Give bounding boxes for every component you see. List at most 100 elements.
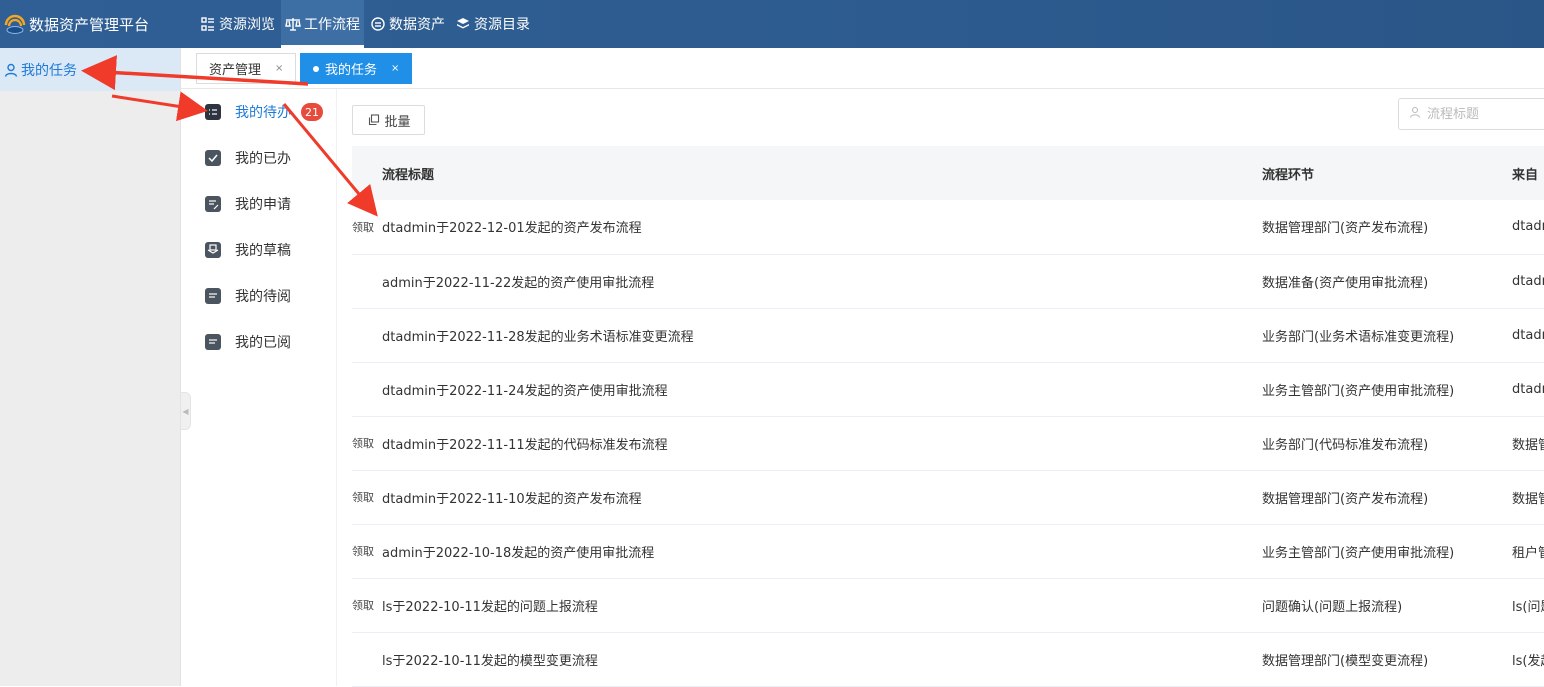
row-node: 数据准备(资产使用审批流程) xyxy=(1262,254,1512,309)
submenu-item-unread[interactable]: 我的待阅 xyxy=(181,273,336,319)
batch-button[interactable]: 批量 xyxy=(352,105,425,135)
close-icon[interactable]: × xyxy=(391,63,399,74)
unread-icon xyxy=(205,288,221,304)
table-row[interactable]: 领取 ls于2022-10-11发起的问题上报流程 问题确认(问题上报流程) ls(问… xyxy=(352,578,1544,633)
row-title[interactable]: dtadmin于2022-11-24发起的资产使用审批流程 xyxy=(382,362,1262,417)
header-node[interactable]: 流程环节 xyxy=(1262,146,1512,200)
grid-list-icon xyxy=(200,16,216,32)
table-row[interactable]: 领取 admin于2022-10-18发起的资产使用审批流程 业务主管部门(资产使用… xyxy=(352,524,1544,579)
row-from: dtadm xyxy=(1512,254,1544,309)
table-row[interactable]: 领取 dtadmin于2022-12-01发起的资产发布流程 数据管理部门(资产发布… xyxy=(352,200,1544,255)
apply-icon xyxy=(205,196,221,212)
nav-label: 资源浏览 xyxy=(219,17,275,33)
row-from: ls(发起 xyxy=(1512,632,1544,687)
header-claim xyxy=(352,146,382,200)
claim-link xyxy=(352,308,382,363)
row-node: 问题确认(问题上报流程) xyxy=(1262,578,1512,633)
submenu-item-label: 我的已阅 xyxy=(235,335,291,351)
row-from: dtadm xyxy=(1512,308,1544,363)
claim-link xyxy=(352,632,382,687)
row-node: 业务部门(代码标准发布流程) xyxy=(1262,416,1512,471)
claim-link[interactable]: 领取 xyxy=(352,416,382,471)
active-dot-icon xyxy=(313,65,319,72)
row-from: ls(问题 xyxy=(1512,578,1544,633)
layers-icon xyxy=(455,16,471,32)
row-title[interactable]: dtadmin于2022-11-10发起的资产发布流程 xyxy=(382,470,1262,525)
row-node: 业务主管部门(资产使用审批流程) xyxy=(1262,524,1512,579)
nav-item-workflow[interactable]: 工作流程 xyxy=(281,0,364,48)
submenu-item-done[interactable]: 我的已办 xyxy=(181,135,336,181)
row-title[interactable]: dtadmin于2022-12-01发起的资产发布流程 xyxy=(382,200,1262,255)
sidebar: 我的任务 xyxy=(0,48,181,686)
todo-count-badge: 21 xyxy=(301,103,323,121)
header-title[interactable]: 流程标题 xyxy=(382,146,1262,200)
header-from[interactable]: 来自 xyxy=(1512,146,1544,200)
claim-link[interactable]: 领取 xyxy=(352,200,382,255)
sidebar-item-my-tasks[interactable]: 我的任务 xyxy=(0,48,180,91)
workflow-icon xyxy=(285,16,301,32)
close-icon[interactable]: × xyxy=(275,63,283,74)
row-node: 业务部门(业务术语标准变更流程) xyxy=(1262,308,1512,363)
nav-item-resource-browse[interactable]: 资源浏览 xyxy=(196,0,279,48)
row-from: 数据管 xyxy=(1512,470,1544,525)
table-row[interactable]: 领取 dtadmin于2022-11-10发起的资产发布流程 数据管理部门(资产发布… xyxy=(352,470,1544,525)
submenu-item-label: 我的已办 xyxy=(235,151,291,167)
row-title[interactable]: dtadmin于2022-11-11发起的代码标准发布流程 xyxy=(382,416,1262,471)
tab-bar: 资产管理 × 我的任务 × xyxy=(181,48,1544,89)
submenu-item-read[interactable]: 我的已阅 xyxy=(181,319,336,365)
batch-label: 批量 xyxy=(384,114,411,130)
sidebar-item-label: 我的任务 xyxy=(21,62,77,79)
todo-icon xyxy=(205,104,221,120)
draft-icon xyxy=(205,242,221,258)
nav-label: 资源目录 xyxy=(474,17,530,33)
row-title[interactable]: ls于2022-10-11发起的问题上报流程 xyxy=(382,578,1262,633)
tab-my-tasks[interactable]: 我的任务 × xyxy=(300,53,413,84)
search-box xyxy=(1398,98,1544,130)
tab-label: 资产管理 xyxy=(209,63,262,78)
claim-link[interactable]: 领取 xyxy=(352,470,382,525)
row-from: 数据管 xyxy=(1512,416,1544,471)
top-bar: 数据资产管理平台 资源浏览 工作流程 数据资产 资源目录 xyxy=(0,0,1544,48)
done-icon xyxy=(205,150,221,166)
table-row[interactable]: 领取 dtadmin于2022-11-11发起的代码标准发布流程 业务部门(代码标准… xyxy=(352,416,1544,471)
row-title[interactable]: admin于2022-11-22发起的资产使用审批流程 xyxy=(382,254,1262,309)
row-node: 数据管理部门(资产发布流程) xyxy=(1262,470,1512,525)
row-title[interactable]: ls于2022-10-11发起的模型变更流程 xyxy=(382,632,1262,687)
tab-label: 我的任务 xyxy=(325,63,378,78)
submenu-item-label: 我的草稿 xyxy=(235,243,291,259)
submenu-item-label: 我的待阅 xyxy=(235,289,291,305)
row-node: 数据管理部门(模型变更流程) xyxy=(1262,632,1512,687)
claim-link[interactable]: 领取 xyxy=(352,524,382,579)
user-icon xyxy=(3,62,19,78)
table-row[interactable]: admin于2022-11-22发起的资产使用审批流程 数据准备(资产使用审批流程… xyxy=(352,254,1544,309)
main-content: 批量 流程标题 流程环节 来自 领取dtadmin于2022-12-01发起的资… xyxy=(336,89,1544,687)
copy-icon xyxy=(366,112,382,128)
table-row[interactable]: dtadmin于2022-11-24发起的资产使用审批流程 业务主管部门(资产使用… xyxy=(352,362,1544,417)
table-header-row: 流程标题 流程环节 来自 xyxy=(352,146,1544,200)
submenu-item-draft[interactable]: 我的草稿 xyxy=(181,227,336,273)
task-table: 流程标题 流程环节 来自 领取 dtadmin于2022-12-01发起的资产发布… xyxy=(352,146,1544,687)
row-title[interactable]: admin于2022-10-18发起的资产使用审批流程 xyxy=(382,524,1262,579)
collapse-handle[interactable]: ◀ xyxy=(181,392,191,430)
tab-asset-management[interactable]: 资产管理 × xyxy=(196,53,297,84)
claim-link xyxy=(352,254,382,309)
claim-link[interactable]: 领取 xyxy=(352,578,382,633)
nav-item-resource-catalog[interactable]: 资源目录 xyxy=(451,0,534,48)
brand[interactable]: 数据资产管理平台 xyxy=(4,0,149,48)
table-row[interactable]: dtadmin于2022-11-28发起的业务术语标准变更流程 业务部门(业务术语… xyxy=(352,308,1544,363)
task-submenu: 我的待办 21 我的已办 我的申请 我的草稿 我的待阅 我的已阅 xyxy=(181,89,336,364)
top-nav: 资源浏览 工作流程 数据资产 资源目录 xyxy=(196,0,536,48)
search-input[interactable] xyxy=(1427,106,1544,122)
read-icon xyxy=(205,334,221,350)
nav-label: 数据资产 xyxy=(389,17,445,33)
table-row[interactable]: ls于2022-10-11发起的模型变更流程 数据管理部门(模型变更流程) ls(发… xyxy=(352,632,1544,687)
row-node: 业务主管部门(资产使用审批流程) xyxy=(1262,362,1512,417)
submenu-item-label: 我的待办 xyxy=(235,105,291,121)
submenu-item-label: 我的申请 xyxy=(235,197,291,213)
row-from: dtadm xyxy=(1512,200,1544,255)
submenu-item-todo[interactable]: 我的待办 21 xyxy=(181,89,336,135)
row-from: 租户管 xyxy=(1512,524,1544,579)
submenu-item-apply[interactable]: 我的申请 xyxy=(181,181,336,227)
row-title[interactable]: dtadmin于2022-11-28发起的业务术语标准变更流程 xyxy=(382,308,1262,363)
nav-item-data-asset[interactable]: 数据资产 xyxy=(366,0,449,48)
